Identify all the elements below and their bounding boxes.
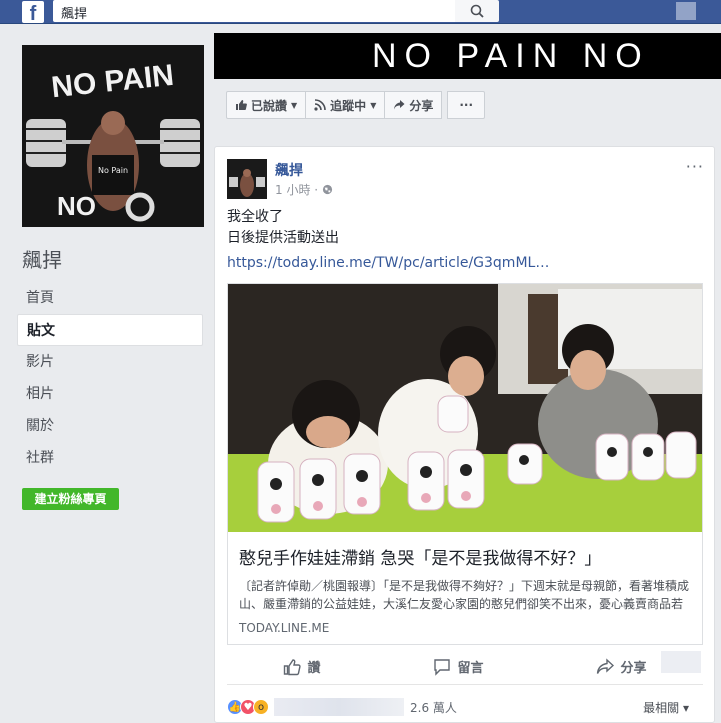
- following-label: 追蹤中: [330, 98, 367, 113]
- post-text-line: 日後提供活動送出: [227, 230, 339, 246]
- liked-label: 已說讚: [251, 98, 288, 113]
- post-card: 飆捍 1 小時 · ··· 我全收了 日後提供活動送出 https://toda…: [214, 146, 715, 723]
- nav-item-posts[interactable]: 貼文: [17, 314, 203, 346]
- share-arrow-icon: [597, 657, 615, 674]
- rss-icon: [314, 99, 326, 111]
- post-author-avatar[interactable]: [227, 159, 267, 199]
- blurred-profile: [676, 2, 696, 20]
- post-time: 1 小時 ·: [275, 183, 319, 197]
- more-options-button[interactable]: ···: [447, 91, 486, 119]
- blurred-avatar: [661, 651, 701, 673]
- blurred-names: [274, 698, 404, 716]
- post-text: 我全收了 日後提供活動送出: [227, 207, 339, 249]
- chevron-down-icon: ▼: [291, 100, 298, 110]
- like-button[interactable]: 讚: [283, 657, 321, 676]
- link-preview-card[interactable]: 憨兒手作娃娃滯銷 急哭「是不是我做得不好？」 〔記者許倬勛／桃園報導〕「是不是我…: [227, 283, 703, 645]
- post-actions-bar: 讚 留言 分享: [227, 649, 703, 685]
- share-label: 分享: [409, 98, 434, 113]
- wow-reaction-icon: o: [253, 699, 269, 715]
- nav-item-photos[interactable]: 相片: [17, 378, 203, 410]
- post-text-line: 我全收了: [227, 209, 283, 225]
- share-action-label: 分享: [620, 661, 647, 676]
- reaction-count[interactable]: 2.6 萬人: [410, 699, 457, 716]
- link-description: 〔記者許倬勛／桃園報導〕「是不是我做得不夠好？」下週末就是母親節，看著堆積成山、…: [239, 579, 690, 611]
- link-preview-body[interactable]: 憨兒手作娃娃滯銷 急哭「是不是我做得不好？」 〔記者許倬勛／桃園報導〕「是不是我…: [228, 532, 702, 645]
- comment-sort-dropdown[interactable]: 最相關 ▾: [643, 699, 689, 716]
- svg-text:NO: NO: [57, 191, 96, 221]
- svg-text:No Pain: No Pain: [98, 166, 128, 175]
- nav-item-home[interactable]: 首頁: [17, 282, 203, 314]
- liked-button[interactable]: 已說讚 ▼: [226, 91, 307, 119]
- create-page-button[interactable]: 建立粉絲專頁: [22, 488, 119, 510]
- page-action-bar: 已說讚 ▼ 追蹤中 ▼ 分享 ···: [226, 91, 486, 119]
- post-options-icon[interactable]: ···: [686, 157, 704, 176]
- like-label: 讚: [307, 661, 321, 676]
- nav-item-videos[interactable]: 影片: [17, 346, 203, 378]
- thumbs-up-icon: [284, 658, 302, 675]
- link-title: 憨兒手作娃娃滯銷 急哭「是不是我做得不好？」: [239, 549, 602, 569]
- search-input[interactable]: 飆捍: [53, 0, 455, 22]
- search-icon: [470, 4, 484, 18]
- thumbs-up-icon: [236, 100, 247, 110]
- comment-label: 留言: [457, 661, 484, 676]
- chevron-down-icon: ▼: [370, 100, 377, 110]
- cover-photo[interactable]: NO PAIN NO: [214, 33, 721, 79]
- facebook-logo[interactable]: f: [22, 1, 44, 23]
- profile-image: NO PAIN No Pain NO: [22, 45, 204, 227]
- post-author-name[interactable]: 飆捍: [275, 160, 303, 180]
- globe-icon: [323, 184, 333, 195]
- link-preview-image[interactable]: [228, 284, 702, 532]
- following-button[interactable]: 追蹤中 ▼: [305, 91, 386, 119]
- page-profile-picture[interactable]: NO PAIN No Pain NO: [22, 45, 204, 227]
- post-timestamp[interactable]: 1 小時 ·: [275, 181, 333, 198]
- nav-item-community[interactable]: 社群: [17, 442, 203, 474]
- comment-icon: [434, 658, 451, 676]
- comment-button[interactable]: 留言: [433, 657, 484, 676]
- page-name[interactable]: 飆捍: [22, 244, 62, 273]
- page-nav: 首頁 貼文 影片 相片 關於 社群: [17, 282, 203, 474]
- search-button[interactable]: [455, 0, 499, 22]
- share-button[interactable]: 分享: [596, 657, 647, 676]
- post-link[interactable]: https://today.line.me/TW/pc/article/G3qm…: [227, 255, 549, 271]
- reactions-summary[interactable]: 👍 ♥ o 2.6 萬人 最相關 ▾: [227, 695, 703, 719]
- top-bar: f 飆捍: [0, 0, 721, 24]
- link-domain: TODAY.LINE.ME: [239, 621, 330, 635]
- nav-item-about[interactable]: 關於: [17, 410, 203, 442]
- share-arrow-icon: [394, 100, 405, 110]
- share-page-button[interactable]: 分享: [384, 91, 443, 119]
